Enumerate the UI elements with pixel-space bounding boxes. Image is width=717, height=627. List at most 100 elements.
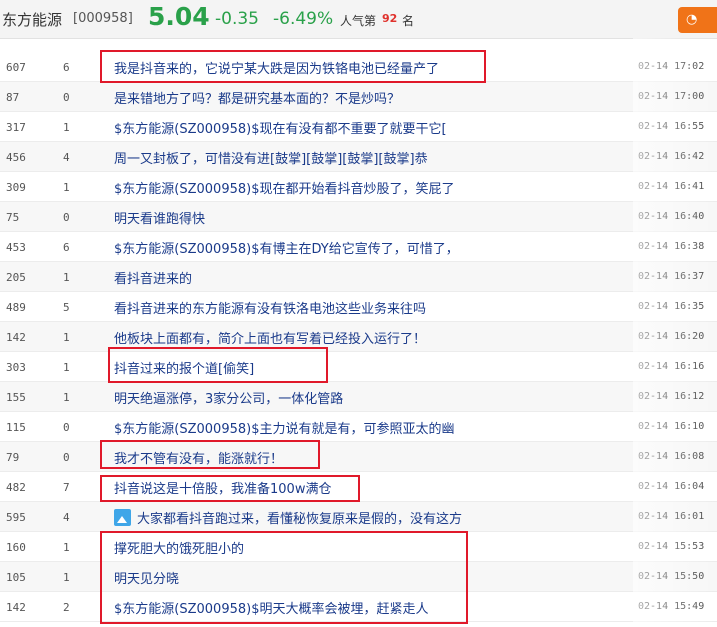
post-title-link[interactable]: $东方能源(SZ000958)$现在都开始看抖音炒股了，笑屁了 bbox=[114, 178, 454, 197]
list-item: 115 0 $东方能源(SZ000958)$主力说有就是有，可参照亚太的幽 02… bbox=[0, 412, 717, 442]
popularity-suffix: 名 bbox=[402, 14, 415, 28]
post-date: 02-14 16:08 bbox=[638, 451, 705, 462]
post-date: 02-14 16:35 bbox=[638, 301, 705, 312]
stock-price: 5.04 bbox=[148, 2, 210, 31]
post-date: 02-14 16:01 bbox=[638, 511, 705, 522]
reply-count: 1 bbox=[63, 121, 70, 134]
read-count: 317 bbox=[6, 121, 26, 134]
post-date: 02-14 17:02 bbox=[638, 61, 705, 72]
post-date: 02-14 16:55 bbox=[638, 121, 705, 132]
reply-count: 1 bbox=[63, 271, 70, 284]
list-item: 142 2 $东方能源(SZ000958)$明天大概率会被埋，赶紧走人 02-1… bbox=[0, 592, 717, 622]
reply-count: 4 bbox=[63, 151, 70, 164]
post-title-link[interactable]: 抖音说这是十倍股，我准备100w满仓 bbox=[114, 478, 331, 497]
read-count: 105 bbox=[6, 571, 26, 584]
post-date: 02-14 16:40 bbox=[638, 211, 705, 222]
list-item: 303 1 抖音过来的报个道[偷笑] 02-14 16:16 bbox=[0, 352, 717, 382]
stock-code: [000958] bbox=[73, 11, 133, 26]
post-title-link[interactable]: 明天绝逼涨停，3家分公司，一体化管路 bbox=[114, 388, 343, 407]
read-count: 453 bbox=[6, 241, 26, 254]
reply-count: 1 bbox=[63, 361, 70, 374]
read-count: 142 bbox=[6, 331, 26, 344]
list-item: 160 1 撑死胆大的饿死胆小的 02-14 15:53 bbox=[0, 532, 717, 562]
reply-count: 0 bbox=[63, 421, 70, 434]
popularity-label: 人气第 bbox=[340, 14, 377, 28]
post-title-link[interactable]: 我才不管有没有，能涨就行！ bbox=[114, 448, 283, 467]
reply-count: 1 bbox=[63, 571, 70, 584]
reply-count: 2 bbox=[63, 601, 70, 614]
read-count: 489 bbox=[6, 301, 26, 314]
read-count: 205 bbox=[6, 271, 26, 284]
list-item: 142 1 他板块上面都有，简介上面也有写着已经投入运行了！ 02-14 16:… bbox=[0, 322, 717, 352]
post-date: 02-14 16:12 bbox=[638, 391, 705, 402]
speech-icon: ◔ bbox=[686, 12, 698, 27]
post-title-link[interactable]: 明天看谁跑得快 bbox=[114, 208, 205, 227]
list-item: 75 0 明天看谁跑得快 02-14 16:40 bbox=[0, 202, 717, 232]
reply-count: 1 bbox=[63, 391, 70, 404]
reply-count: 0 bbox=[63, 451, 70, 464]
reply-count: 4 bbox=[63, 511, 70, 524]
post-date: 02-14 16:41 bbox=[638, 181, 705, 192]
list-item: 456 4 周一又封板了，可惜没有进[鼓掌][鼓掌][鼓掌][鼓掌]恭 02-1… bbox=[0, 142, 717, 172]
post-date: 02-14 16:37 bbox=[638, 271, 705, 282]
post-date: 02-14 16:38 bbox=[638, 241, 705, 252]
post-date: 02-14 16:42 bbox=[638, 151, 705, 162]
post-title-link[interactable]: 大家都看抖音跑过来，看懂秘恢复原来是假的，没有这方 bbox=[137, 508, 462, 527]
reply-count: 5 bbox=[63, 301, 70, 314]
read-count: 309 bbox=[6, 181, 26, 194]
popularity-rank: 92 bbox=[382, 12, 398, 25]
post-title-link[interactable]: 看抖音进来的 bbox=[114, 268, 192, 287]
list-item: 309 1 $东方能源(SZ000958)$现在都开始看抖音炒股了，笑屁了 02… bbox=[0, 172, 717, 202]
post-date: 02-14 15:50 bbox=[638, 571, 705, 582]
list-item: 489 5 看抖音进来的东方能源有没有铁洛电池这些业务来往吗 02-14 16:… bbox=[0, 292, 717, 322]
list-item: 482 7 抖音说这是十倍股，我准备100w满仓 02-14 16:04 bbox=[0, 472, 717, 502]
post-title-link[interactable]: $东方能源(SZ000958)$现在有没有都不重要了就要干它[ bbox=[114, 118, 447, 137]
post-title-link[interactable]: 我是抖音来的，它说宁某大跌是因为铁铬电池已经量产了 bbox=[114, 58, 439, 77]
list-item: 607 6 我是抖音来的，它说宁某大跌是因为铁铬电池已经量产了 02-14 17… bbox=[0, 52, 717, 82]
read-count: 595 bbox=[6, 511, 26, 524]
list-item: 79 0 我才不管有没有，能涨就行！ 02-14 16:08 bbox=[0, 442, 717, 472]
stock-header: 东方能源 [000958] 5.04 -0.35 -6.49% 人气第 92 名… bbox=[0, 0, 717, 39]
post-title-link[interactable]: $东方能源(SZ000958)$明天大概率会被埋，赶紧走人 bbox=[114, 598, 428, 617]
post-date: 02-14 16:16 bbox=[638, 361, 705, 372]
list-item: 105 1 明天见分晓 02-14 15:50 bbox=[0, 562, 717, 592]
reply-count: 7 bbox=[63, 481, 70, 494]
post-date: 02-14 16:20 bbox=[638, 331, 705, 342]
add-button[interactable]: ◔ bbox=[678, 7, 717, 33]
read-count: 87 bbox=[6, 91, 20, 104]
reply-count: 6 bbox=[63, 241, 70, 254]
reply-count: 6 bbox=[63, 61, 70, 74]
list-item: 155 1 明天绝逼涨停，3家分公司，一体化管路 02-14 16:12 bbox=[0, 382, 717, 412]
read-count: 607 bbox=[6, 61, 26, 74]
post-title-link[interactable]: 看抖音进来的东方能源有没有铁洛电池这些业务来往吗 bbox=[114, 298, 426, 317]
reply-count: 1 bbox=[63, 181, 70, 194]
read-count: 482 bbox=[6, 481, 26, 494]
reply-count: 0 bbox=[63, 211, 70, 224]
post-title-link[interactable]: 撑死胆大的饿死胆小的 bbox=[114, 538, 244, 557]
list-item: 87 0 是来错地方了吗？都是研究基本面的？不是炒吗？ 02-14 17:00 bbox=[0, 82, 717, 112]
list-item: 205 1 看抖音进来的 02-14 16:37 bbox=[0, 262, 717, 292]
post-date: 02-14 16:10 bbox=[638, 421, 705, 432]
read-count: 155 bbox=[6, 391, 26, 404]
reply-count: 1 bbox=[63, 541, 70, 554]
post-title-link[interactable]: $东方能源(SZ000958)$主力说有就是有，可参照亚太的幽 bbox=[114, 418, 454, 437]
post-title-link[interactable]: $东方能源(SZ000958)$有博主在DY给它宣传了，可惜了， bbox=[114, 238, 459, 257]
post-date: 02-14 16:04 bbox=[638, 481, 705, 492]
post-date: 02-14 15:53 bbox=[638, 541, 705, 552]
reply-count: 1 bbox=[63, 331, 70, 344]
image-icon bbox=[114, 509, 131, 526]
list-item: 453 6 $东方能源(SZ000958)$有博主在DY给它宣传了，可惜了， 0… bbox=[0, 232, 717, 262]
list-item: 595 4 大家都看抖音跑过来，看懂秘恢复原来是假的，没有这方 02-14 16… bbox=[0, 502, 717, 532]
post-title-link[interactable]: 周一又封板了，可惜没有进[鼓掌][鼓掌][鼓掌][鼓掌]恭 bbox=[114, 148, 428, 167]
read-count: 456 bbox=[6, 151, 26, 164]
post-title-link[interactable]: 他板块上面都有，简介上面也有写着已经投入运行了！ bbox=[114, 328, 426, 347]
post-title-link[interactable]: 抖音过来的报个道[偷笑] bbox=[114, 358, 254, 377]
list-item: 317 1 $东方能源(SZ000958)$现在有没有都不重要了就要干它[ 02… bbox=[0, 112, 717, 142]
read-count: 142 bbox=[6, 601, 26, 614]
reply-count: 0 bbox=[63, 91, 70, 104]
post-date: 02-14 17:00 bbox=[638, 91, 705, 102]
stock-name[interactable]: 东方能源 bbox=[2, 9, 62, 30]
post-title-link[interactable]: 明天见分晓 bbox=[114, 568, 179, 587]
read-count: 75 bbox=[6, 211, 20, 224]
post-title-link[interactable]: 是来错地方了吗？都是研究基本面的？不是炒吗？ bbox=[114, 88, 400, 107]
